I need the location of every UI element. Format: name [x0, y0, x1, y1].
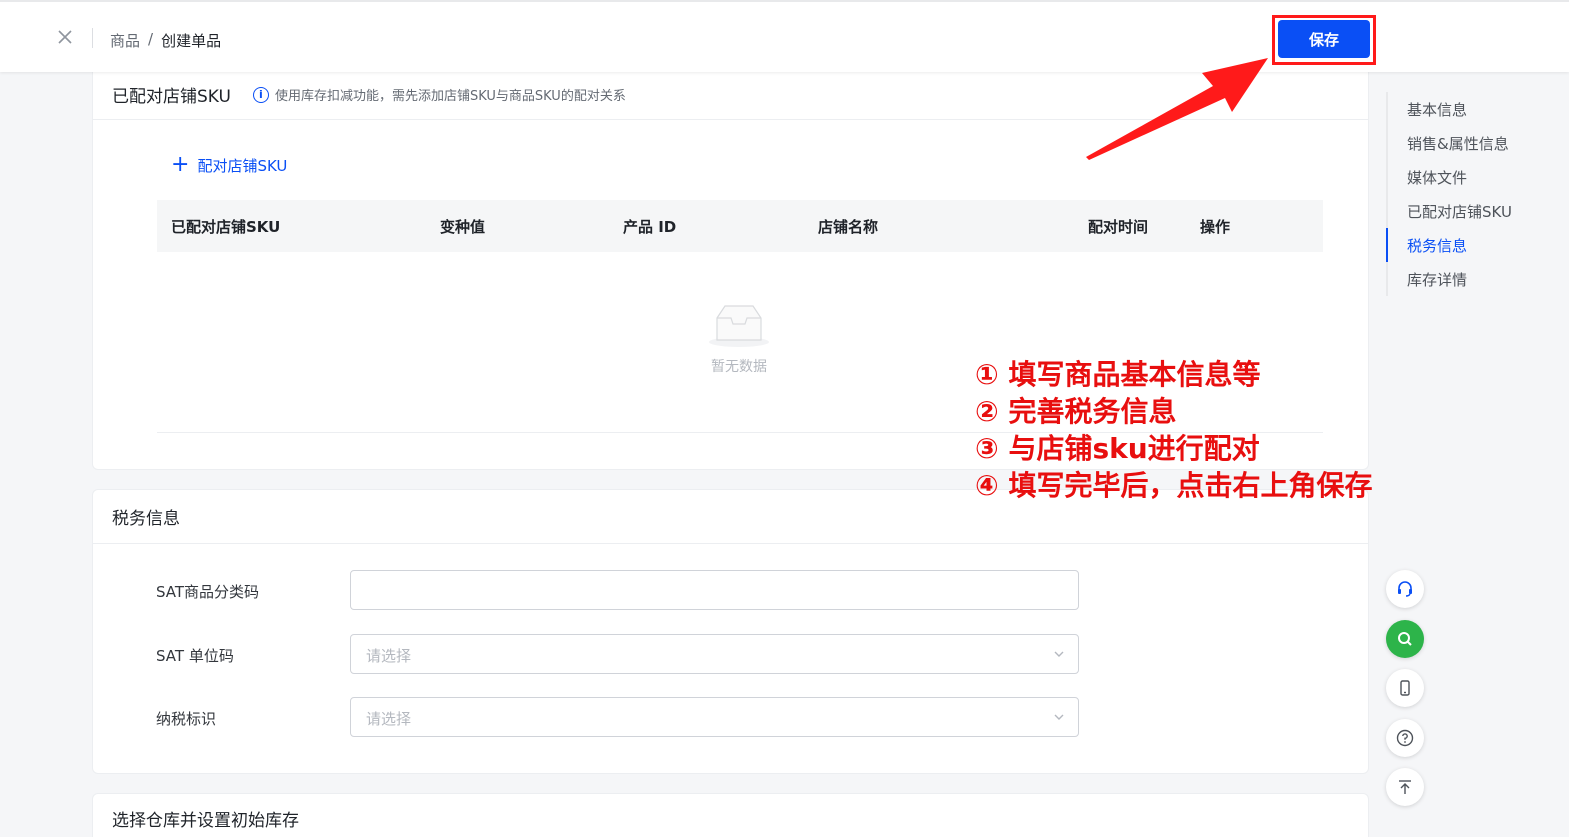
annotation-steps: ① 填写商品基本信息等 ② 完善税务信息 ③ 与店铺sku进行配对 ④ 填写完毕…	[975, 356, 1372, 504]
plus-icon: +	[171, 152, 190, 177]
top-bar: 商品 / 创建单品 保存	[0, 0, 1569, 72]
empty-box-icon	[709, 305, 769, 347]
tax-id-placeholder: 请选择	[366, 710, 412, 728]
tax-info-title: 税务信息	[112, 509, 180, 529]
mobile-button[interactable]	[1386, 669, 1424, 707]
hint-text: 使用库存扣减功能，需先添加店铺SKU与商品SKU的配对关系	[274, 89, 626, 104]
header-divider	[92, 28, 93, 48]
anchor-media-files[interactable]: 媒体文件	[1388, 160, 1546, 194]
empty-text: 暂无数据	[711, 359, 767, 375]
customer-service-button[interactable]	[1386, 570, 1424, 608]
table-header: 已配对店铺SKU 变种值 产品 ID 店铺名称 配对时间 操作	[157, 200, 1323, 252]
annotation-step-4: ④ 填写完毕后，点击右上角保存	[975, 469, 1373, 502]
col-actions: 操作	[1200, 218, 1231, 236]
paired-sku-title: 已配对店铺SKU	[112, 87, 231, 107]
sat-unit-label: SAT 单位码	[156, 647, 234, 665]
add-pair-sku-label: 配对店铺SKU	[197, 156, 288, 175]
sat-unit-placeholder: 请选择	[366, 647, 412, 665]
col-paired-sku: 已配对店铺SKU	[171, 218, 281, 236]
col-shop-name: 店铺名称	[818, 218, 879, 236]
col-product-id: 产品 ID	[623, 218, 677, 236]
save-button[interactable]: 保存	[1278, 20, 1370, 58]
sat-category-input[interactable]	[350, 570, 1079, 610]
breadcrumb-products[interactable]: 商品	[110, 30, 140, 51]
breadcrumb-current: 创建单品	[161, 32, 222, 50]
help-icon	[1396, 729, 1414, 747]
warehouse-header: 选择仓库并设置初始库存	[93, 794, 1368, 837]
breadcrumb: 商品 / 创建单品	[110, 30, 221, 51]
annotation-step-1: ① 填写商品基本信息等	[975, 358, 1261, 391]
paired-sku-hint: i 使用库存扣减功能，需先添加店铺SKU与商品SKU的配对关系	[252, 85, 626, 104]
anchor-sales-attributes[interactable]: 销售&属性信息	[1388, 126, 1546, 160]
anchor-nav: 基本信息 销售&属性信息 媒体文件 已配对店铺SKU 税务信息 库存详情	[1386, 92, 1546, 296]
empty-state: 暂无数据	[707, 302, 771, 376]
info-icon: i	[252, 86, 269, 103]
sat-unit-select[interactable]: 请选择	[350, 634, 1079, 674]
close-icon	[58, 30, 72, 44]
col-pair-time: 配对时间	[1088, 218, 1149, 236]
search-button[interactable]	[1386, 620, 1424, 658]
anchor-tax-info[interactable]: 税务信息	[1386, 228, 1546, 262]
back-to-top-button[interactable]	[1386, 768, 1424, 806]
search-icon	[1398, 632, 1412, 646]
paired-sku-header: 已配对店铺SKU i 使用库存扣减功能，需先添加店铺SKU与商品SKU的配对关系	[93, 70, 1368, 120]
chevron-down-icon	[1054, 714, 1064, 720]
add-pair-sku-button[interactable]: + 配对店铺SKU	[171, 154, 287, 176]
mobile-icon	[1400, 680, 1410, 696]
back-to-top-icon	[1399, 780, 1411, 794]
tax-id-label: 纳税标识	[156, 710, 217, 728]
tax-id-select[interactable]: 请选择	[350, 697, 1079, 737]
anchor-paired-sku[interactable]: 已配对店铺SKU	[1388, 194, 1546, 228]
warehouse-card: 选择仓库并设置初始库存	[92, 793, 1369, 837]
anchor-basic-info[interactable]: 基本信息	[1388, 92, 1546, 126]
annotation-step-3: ③ 与店铺sku进行配对	[975, 432, 1260, 465]
chevron-down-icon	[1054, 651, 1064, 657]
anchor-stock-details[interactable]: 库存详情	[1388, 262, 1546, 296]
breadcrumb-separator: /	[148, 30, 154, 48]
warehouse-title: 选择仓库并设置初始库存	[112, 811, 299, 831]
headset-icon	[1398, 581, 1412, 597]
sat-category-label: SAT商品分类码	[156, 583, 260, 601]
annotation-step-2: ② 完善税务信息	[975, 395, 1177, 428]
tax-info-card: 税务信息 SAT商品分类码 SAT 单位码 请选择 纳税标识 请选择	[92, 489, 1369, 774]
col-variant: 变种值	[440, 218, 486, 236]
close-button[interactable]	[54, 26, 76, 48]
help-button[interactable]	[1386, 719, 1424, 757]
